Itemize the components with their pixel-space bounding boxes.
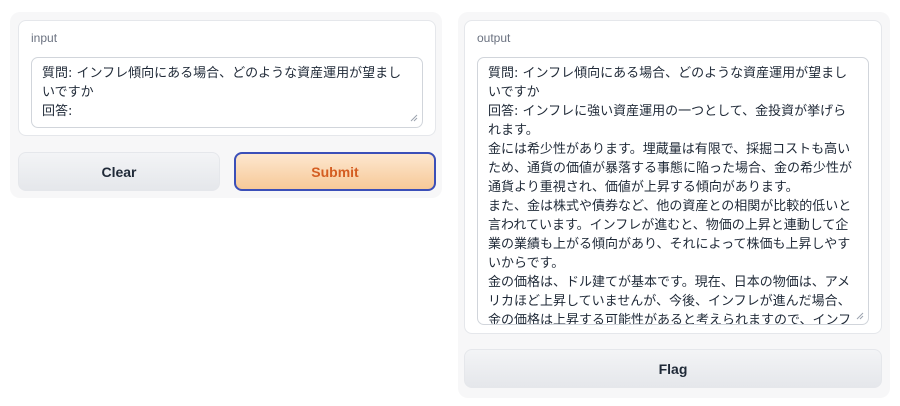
clear-button[interactable]: Clear — [18, 152, 220, 191]
resize-grip-icon[interactable] — [410, 114, 418, 122]
submit-button[interactable]: Submit — [234, 152, 436, 191]
app-page: input 質問: インフレ傾向にある場合、どのような資産運用が望ましいですか … — [0, 0, 900, 406]
output-panel: output 質問: インフレ傾向にある場合、どのような資産運用が望ましいですか… — [464, 20, 882, 334]
flag-button[interactable]: Flag — [464, 349, 882, 388]
output-textbox[interactable]: 質問: インフレ傾向にある場合、どのような資産運用が望ましいですか 回答: イン… — [477, 57, 869, 325]
input-panel: input 質問: インフレ傾向にある場合、どのような資産運用が望ましいですか … — [18, 20, 436, 136]
resize-grip-icon[interactable] — [856, 312, 864, 320]
input-textbox[interactable]: 質問: インフレ傾向にある場合、どのような資産運用が望ましいですか 回答: — [31, 57, 423, 128]
input-label: input — [31, 31, 58, 45]
output-label: output — [477, 31, 511, 45]
